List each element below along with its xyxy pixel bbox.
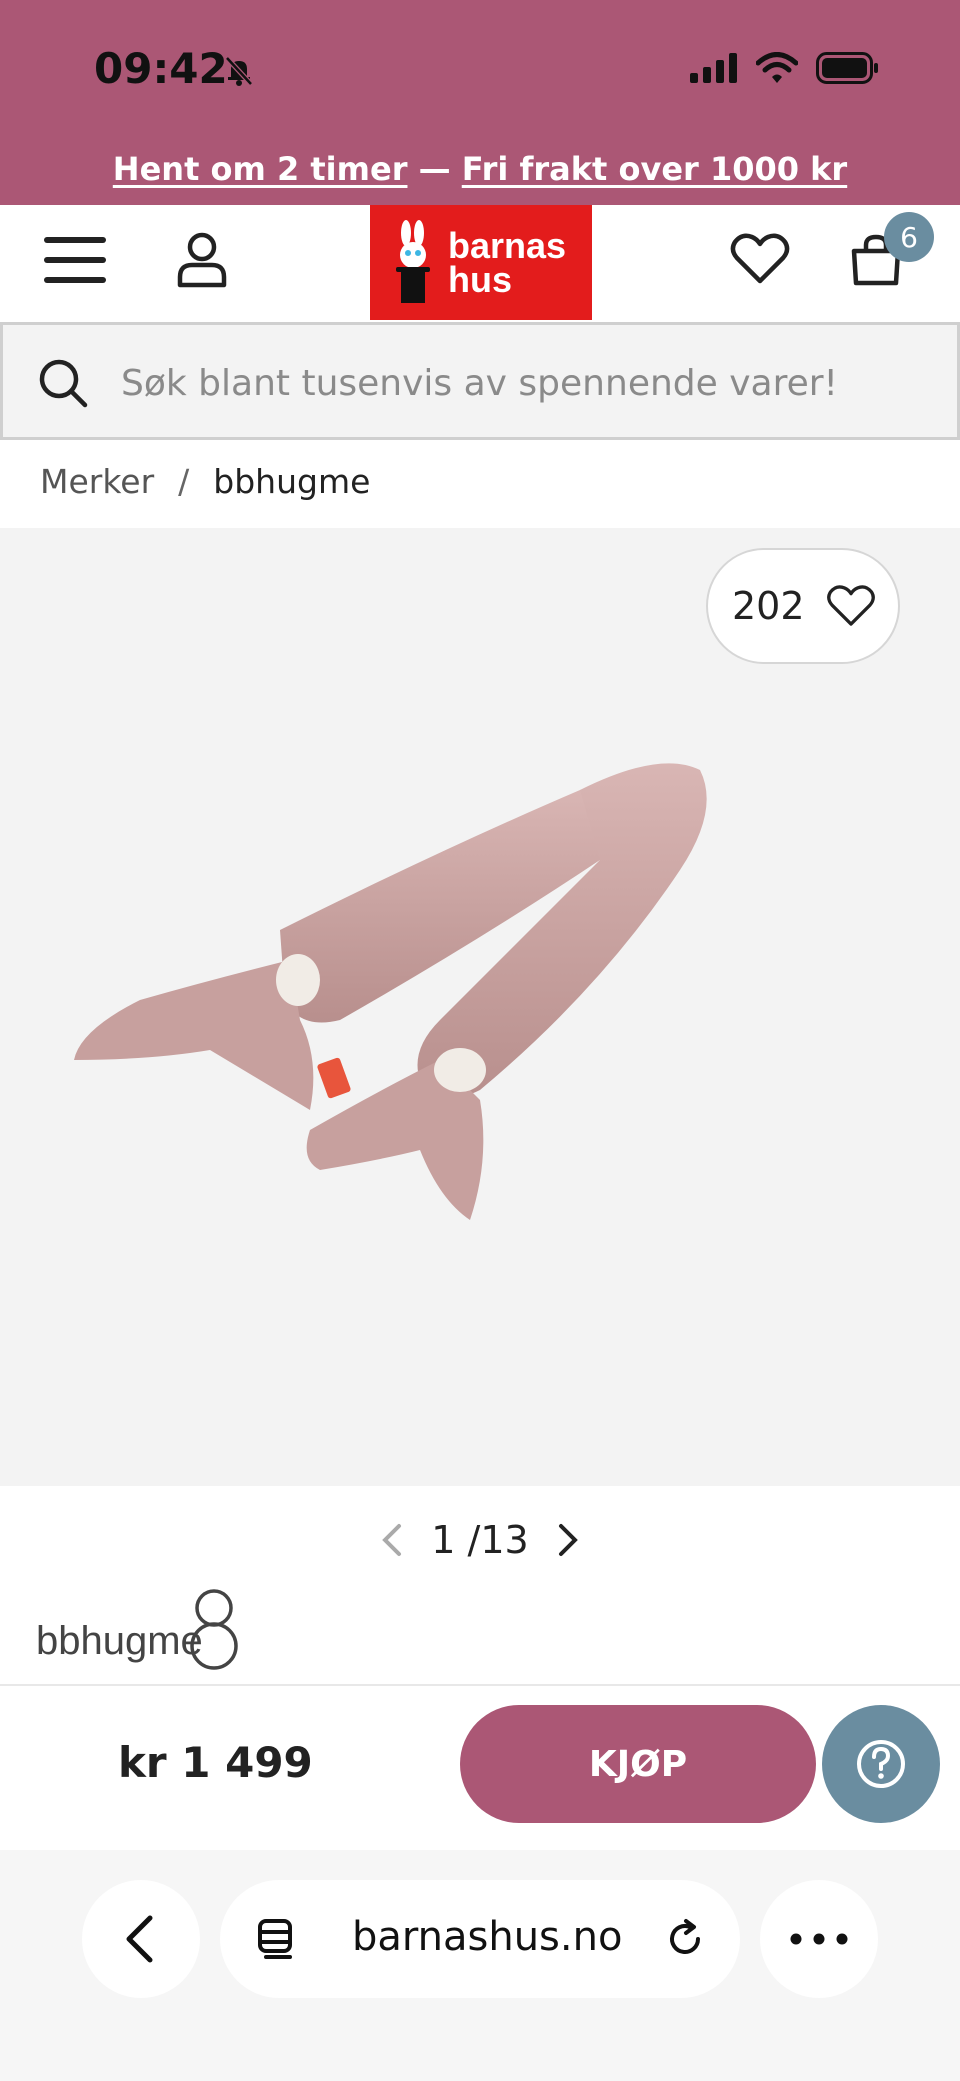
browser-address-bar[interactable]: barnashus.no [220, 1880, 740, 1998]
breadcrumb: Merker / bbhugme [40, 462, 370, 501]
buy-button[interactable]: KJØP [460, 1705, 816, 1823]
rabbit-hat-icon [396, 219, 430, 303]
pager-total: 13 [480, 1518, 529, 1562]
heart-icon [826, 585, 875, 626]
tab-layout-icon [258, 1919, 292, 1959]
breadcrumb-item-merker[interactable]: Merker [40, 462, 154, 501]
chevron-right-icon[interactable] [547, 1520, 587, 1560]
search-icon[interactable] [37, 357, 89, 409]
signal-icon [690, 53, 737, 83]
browser-back-button[interactable] [82, 1880, 200, 1998]
search-bar [0, 322, 960, 440]
search-input[interactable] [121, 355, 921, 411]
brand-logo[interactable]: bbhugme [36, 1582, 246, 1676]
battery-icon [816, 52, 878, 84]
wishlist-heart-icon[interactable] [730, 231, 790, 287]
bell-muted-icon [225, 56, 253, 86]
brand-logo-text: bbhugme [36, 1619, 203, 1663]
pager-current: 1 [431, 1518, 456, 1562]
status-time: 09:42 [94, 44, 228, 93]
menu-icon[interactable] [44, 235, 108, 285]
promo-separator: — [407, 150, 462, 188]
cart-count-badge: 6 [884, 212, 934, 262]
logo-line1: barnas [448, 224, 567, 266]
image-pager: 1 /13 [0, 1510, 960, 1570]
chevron-left-icon [126, 1915, 153, 1963]
user-icon[interactable] [176, 231, 228, 289]
browser-url: barnashus.no [352, 1914, 623, 1960]
help-button[interactable] [822, 1705, 940, 1823]
status-icons [690, 52, 880, 84]
product-image [74, 763, 707, 1220]
breadcrumb-item-current[interactable]: bbhugme [213, 462, 370, 501]
chevron-left-icon[interactable] [373, 1520, 413, 1560]
logo-text: barnas hus [448, 224, 567, 300]
pager-separator: / [467, 1518, 481, 1562]
browser-more-button[interactable] [760, 1880, 878, 1998]
favorite-count: 202 [732, 584, 805, 628]
reload-icon[interactable] [664, 1918, 706, 1960]
site-header: barnas hus [0, 205, 960, 323]
more-dots-icon [790, 1933, 848, 1945]
brand-logo-graphic: bbhugme [36, 1589, 238, 1670]
wifi-icon [756, 52, 798, 83]
promo-pickup-link[interactable]: Hent om 2 timer [113, 150, 408, 188]
favorite-button[interactable]: 202 [706, 548, 900, 664]
breadcrumb-separator: / [178, 462, 190, 501]
logo-line2: hus [448, 258, 513, 300]
site-logo[interactable]: barnas hus [370, 205, 592, 320]
price: kr 1 499 [118, 1738, 313, 1787]
question-icon [857, 1740, 905, 1788]
promo-shipping-link[interactable]: Fri frakt over 1000 kr [462, 150, 847, 188]
promo-banner: Hent om 2 timer — Fri frakt over 1000 kr [0, 150, 960, 188]
divider [0, 1684, 960, 1686]
pager-status: 1 /13 [431, 1518, 528, 1562]
